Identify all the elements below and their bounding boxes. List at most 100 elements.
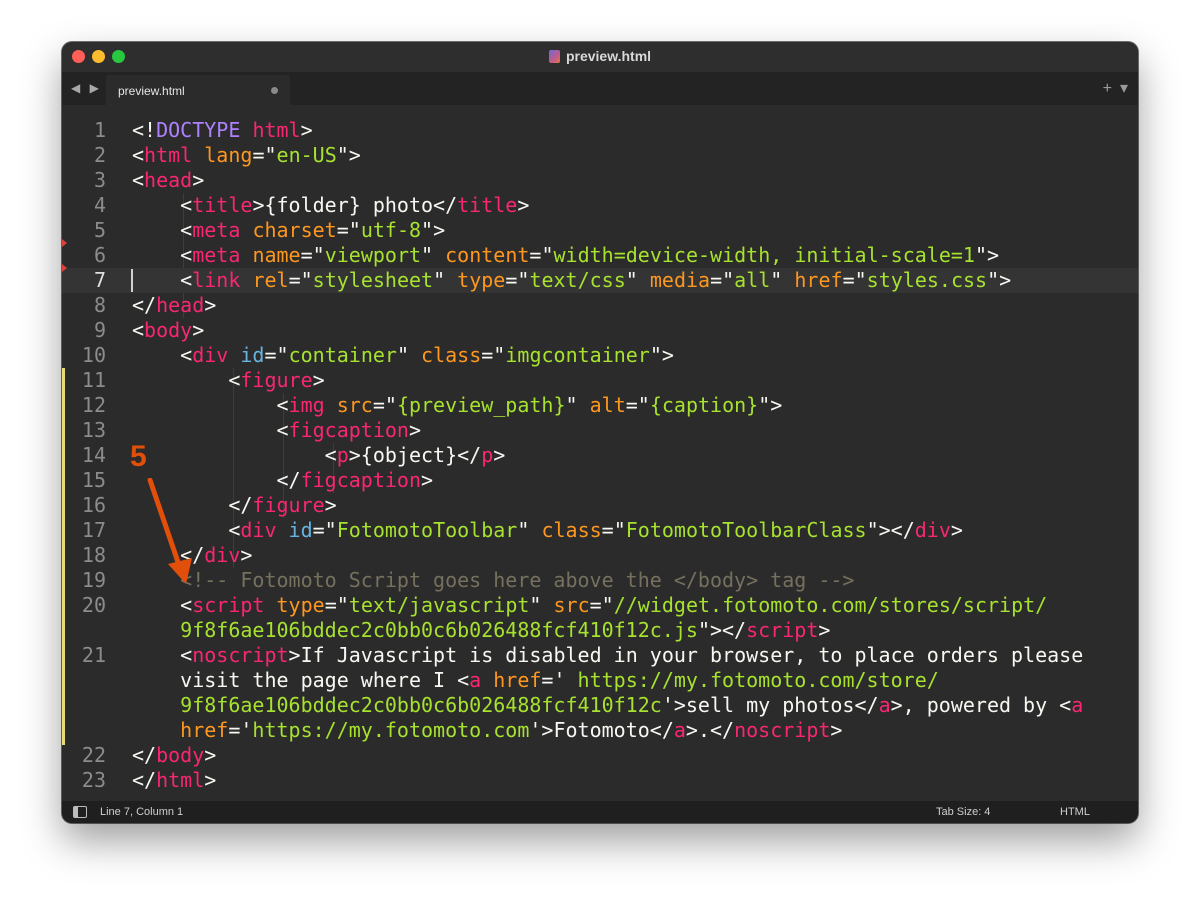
code-line[interactable]: 2 <html lang="en-US">	[62, 143, 1138, 168]
code-line[interactable]: 6 <meta name="viewport" content="width=d…	[62, 243, 1138, 268]
code-token: ="	[252, 143, 277, 167]
code-line[interactable]: 19 <!-- Fotomoto Script goes here above …	[62, 568, 1138, 593]
deleted-line-marker-icon	[62, 239, 67, 247]
code-line[interactable]: visit the page where I <a href=' https:/…	[62, 668, 1138, 693]
code-token: <	[132, 343, 193, 367]
code-line[interactable]: 18 </div>	[62, 543, 1138, 568]
line-number: 9	[93, 318, 106, 342]
code-token: title	[457, 193, 518, 217]
code-token: >	[204, 293, 217, 317]
line-number: 16	[81, 493, 106, 517]
code-token: noscript	[734, 718, 831, 742]
code-token: p	[481, 443, 494, 467]
code-token: {caption}	[649, 393, 759, 417]
cursor-position[interactable]: Line 7, Column 1	[100, 806, 183, 818]
code-text: 9f8f6ae106bddec2c0bb0c6b026488fcf410f12c…	[132, 618, 830, 643]
tab-size-indicator[interactable]: Tab Size: 4	[936, 806, 990, 818]
code-token: content	[445, 243, 530, 267]
code-line[interactable]: 17 <div id="FotomotoToolbar" class="Foto…	[62, 518, 1138, 543]
code-token: ="	[324, 593, 349, 617]
code-token: ="	[589, 593, 614, 617]
code-line[interactable]: 11 <figure>	[62, 368, 1138, 393]
code-line[interactable]: 4 <title>{folder} photo</title>	[62, 193, 1138, 218]
code-token: <	[132, 168, 145, 192]
code-text: <link rel="stylesheet" type="text/css" m…	[132, 268, 1011, 293]
code-token: lang	[204, 143, 253, 167]
code-line[interactable]: 1 <!DOCTYPE html>	[62, 118, 1138, 143]
code-line[interactable]: href='https://my.fotomoto.com'>Fotomoto<…	[62, 718, 1138, 743]
new-tab-icon[interactable]: +	[1103, 80, 1112, 97]
code-token: meta	[192, 218, 241, 242]
toggle-sidebar-icon[interactable]	[73, 806, 87, 818]
code-token: body	[156, 743, 205, 767]
code-token: <	[132, 393, 289, 417]
code-line[interactable]: 8 </head>	[62, 293, 1138, 318]
code-token: class	[541, 518, 602, 542]
code-token: "	[396, 343, 422, 367]
unsaved-dot-icon[interactable]	[271, 87, 278, 94]
code-line[interactable]: 22 </body>	[62, 743, 1138, 768]
code-token: width=device-width, initial-scale=1	[553, 243, 975, 267]
code-token: html	[144, 143, 193, 167]
code-line[interactable]: 21 <noscript>If Javascript is disabled i…	[62, 643, 1138, 668]
code-line[interactable]: 9f8f6ae106bddec2c0bb0c6b026488fcf410f12c…	[62, 618, 1138, 643]
code-line[interactable]: 23 </html>	[62, 768, 1138, 793]
line-number: 20	[81, 593, 106, 617]
code-token: ="	[529, 243, 554, 267]
code-token: html	[156, 768, 205, 792]
code-line[interactable]: 20 <script type="text/javascript" src="/…	[62, 593, 1138, 618]
code-token: >	[950, 518, 963, 542]
code-line[interactable]: 9 <body>	[62, 318, 1138, 343]
code-line[interactable]: 14 <p>{object}</p>	[62, 443, 1138, 468]
code-token: ="	[601, 518, 626, 542]
code-token: >	[830, 718, 843, 742]
code-token: >If Javascript is disabled in your brows…	[288, 643, 1084, 667]
code-line[interactable]: 12 <img src="{preview_path}" alt="{capti…	[62, 393, 1138, 418]
code-text: 9f8f6ae106bddec2c0bb0c6b026488fcf410f12c…	[132, 693, 1083, 718]
tab-preview-html[interactable]: preview.html	[106, 75, 290, 105]
code-token: FotomotoToolbar	[336, 518, 518, 542]
file-icon	[548, 50, 560, 63]
code-text: <figcaption>	[132, 418, 421, 443]
code-line[interactable]: 13 <figcaption>	[62, 418, 1138, 443]
code-token: 9f8f6ae106bddec2c0bb0c6b026488fcf410f12c	[132, 693, 662, 717]
syntax-indicator[interactable]: HTML	[1060, 806, 1090, 818]
code-line[interactable]: 15 </figcaption>	[62, 468, 1138, 493]
tab-menu-icon[interactable]: ▾	[1120, 80, 1128, 97]
title-bar: preview.html	[62, 42, 1138, 72]
line-number: 21	[81, 643, 106, 667]
tab-actions: + ▾	[1095, 78, 1128, 98]
code-token: href	[493, 668, 542, 692]
code-line[interactable]: 3 <head>	[62, 168, 1138, 193]
code-token: >	[192, 318, 205, 342]
code-token: a	[673, 718, 686, 742]
code-token: >	[204, 768, 217, 792]
code-token: ="	[264, 343, 289, 367]
code-token: charset	[252, 218, 337, 242]
code-token: id	[240, 343, 265, 367]
code-token: "	[421, 243, 446, 267]
code-token: <	[132, 193, 193, 217]
code-editor[interactable]: 1 <!DOCTYPE html> 2 <html lang="en-US"> 3 <he…	[62, 105, 1138, 801]
tab-nav-arrows-icon[interactable]: ◀ ▶	[71, 81, 102, 95]
code-line[interactable]: 7 <link rel="stylesheet" type="text/css"…	[62, 268, 1138, 293]
code-text: <body>	[132, 318, 204, 343]
code-line[interactable]: 10 <div id="container" class="imgcontain…	[62, 343, 1138, 368]
code-line[interactable]: 9f8f6ae106bddec2c0bb0c6b026488fcf410f12c…	[62, 693, 1138, 718]
code-token: href	[794, 268, 843, 292]
line-number: 14	[81, 443, 106, 467]
code-token: "	[433, 268, 458, 292]
code-token: <	[132, 418, 289, 442]
code-line[interactable]: 5 <meta charset="utf-8">	[62, 218, 1138, 243]
code-token: <	[132, 368, 241, 392]
code-token: rel	[252, 268, 289, 292]
code-line[interactable]: 16 </figure>	[62, 493, 1138, 518]
text-cursor	[131, 269, 133, 292]
